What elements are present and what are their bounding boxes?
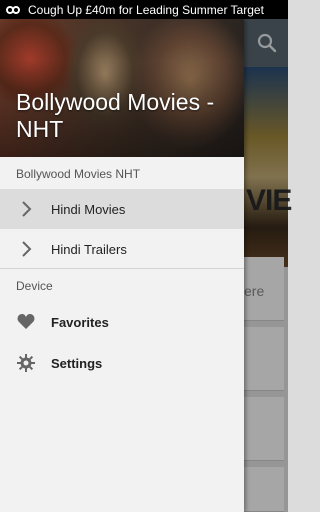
menu-item-hindi-movies[interactable]: Hindi Movies [0, 189, 244, 229]
menu-item-favorites[interactable]: Favorites [0, 302, 244, 342]
notification-text: Cough Up £40m for Leading Summer Target [28, 2, 264, 17]
section-label-app: Bollywood Movies NHT [16, 167, 141, 181]
drawer-title: Bollywood Movies - NHT [16, 89, 215, 142]
drawer-header-image: Bollywood Movies - NHT [0, 19, 244, 157]
navigation-drawer: Bollywood Movies - NHT Bollywood Movies … [0, 19, 244, 512]
chevron-right-icon [16, 239, 36, 259]
menu-item-label: Favorites [51, 314, 109, 330]
infinity-icon [6, 5, 20, 14]
menu-item-label: Hindi Trailers [51, 241, 127, 257]
menu-item-settings[interactable]: Settings [0, 343, 244, 383]
section-label-device: Device [16, 279, 53, 293]
gear-icon [16, 353, 36, 373]
menu-item-hindi-trailers[interactable]: Hindi Trailers [0, 229, 244, 269]
heart-icon [16, 312, 36, 332]
section-divider [0, 268, 244, 269]
chevron-right-icon [16, 199, 36, 219]
menu-item-label: Hindi Movies [51, 201, 126, 217]
menu-item-label: Settings [51, 355, 103, 371]
status-bar: Cough Up £40m for Leading Summer Target [0, 0, 288, 19]
